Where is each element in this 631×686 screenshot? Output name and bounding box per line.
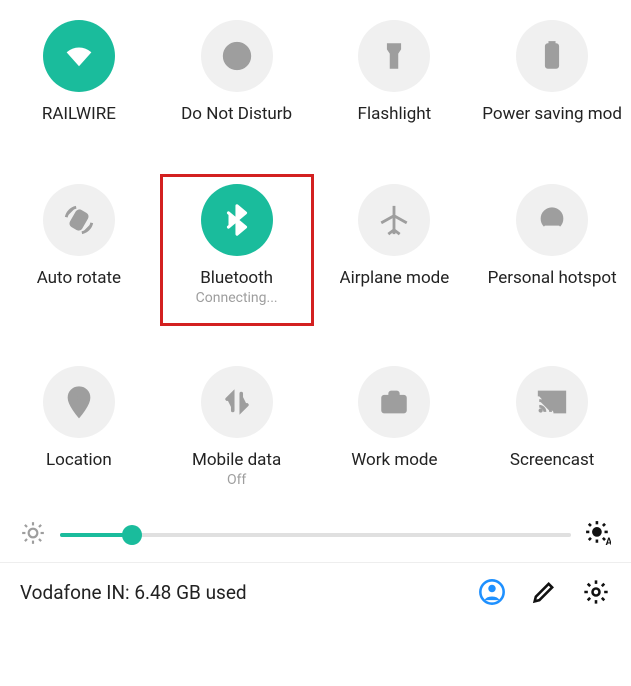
carrier-usage-text[interactable]: Vodafone IN: 6.48 GB used [20, 581, 455, 604]
bottom-bar: Vodafone IN: 6.48 GB used [0, 562, 631, 613]
tile-screencast[interactable]: Screencast [473, 356, 631, 508]
settings-icon[interactable] [581, 577, 611, 607]
tile-dnd[interactable]: Do Not Disturb [158, 10, 316, 144]
edit-icon[interactable] [529, 577, 559, 607]
brightness-slider[interactable] [60, 525, 571, 545]
brightness-low-icon [20, 520, 46, 550]
account-icon[interactable] [477, 577, 507, 607]
tile-label: Personal hotspot [488, 268, 617, 288]
tile-label: Screencast [510, 450, 595, 470]
slider-thumb[interactable] [122, 525, 142, 545]
tile-label: Work mode [351, 450, 437, 470]
tile-label: Location [46, 450, 112, 470]
bluetooth-icon [201, 184, 273, 256]
tile-hotspot[interactable]: Personal hotspot [473, 174, 631, 326]
flashlight-icon [358, 20, 430, 92]
tile-label: Mobile data [192, 450, 281, 470]
slider-track-fill [60, 533, 132, 537]
briefcase-icon [358, 366, 430, 438]
tile-label: Auto rotate [37, 268, 121, 288]
tile-flashlight[interactable]: Flashlight [316, 10, 474, 144]
tile-label: Power saving mod [482, 104, 622, 124]
airplane-icon [358, 184, 430, 256]
hotspot-icon [516, 184, 588, 256]
tile-label: Do Not Disturb [181, 104, 292, 124]
tile-label: Bluetooth [200, 268, 273, 288]
tile-label: RAILWIRE [42, 104, 116, 124]
tile-sublabel: Connecting... [196, 290, 278, 306]
tile-location[interactable]: Location [0, 356, 158, 508]
tile-mobile-data[interactable]: Mobile data Off [158, 356, 316, 508]
dnd-icon [201, 20, 273, 92]
auto-rotate-icon [43, 184, 115, 256]
quick-settings-grid: RAILWIRE Do Not Disturb Flashlight Power… [0, 0, 631, 508]
svg-text:A: A [606, 537, 611, 546]
brightness-row: A [0, 508, 631, 562]
tile-power-saving[interactable]: Power saving mod [473, 10, 631, 144]
wifi-icon [43, 20, 115, 92]
tile-wifi[interactable]: RAILWIRE [0, 10, 158, 144]
battery-plus-icon [516, 20, 588, 92]
tile-auto-rotate[interactable]: Auto rotate [0, 174, 158, 326]
brightness-auto-icon[interactable]: A [585, 520, 611, 550]
tile-work-mode[interactable]: Work mode [316, 356, 474, 508]
tile-airplane[interactable]: Airplane mode [316, 174, 474, 326]
mobile-data-icon [201, 366, 273, 438]
tile-sublabel: Off [227, 472, 246, 488]
tile-label: Airplane mode [340, 268, 450, 288]
tile-bluetooth[interactable]: Bluetooth Connecting... [158, 174, 316, 326]
cast-icon [516, 366, 588, 438]
location-icon [43, 366, 115, 438]
tile-label: Flashlight [358, 104, 432, 124]
